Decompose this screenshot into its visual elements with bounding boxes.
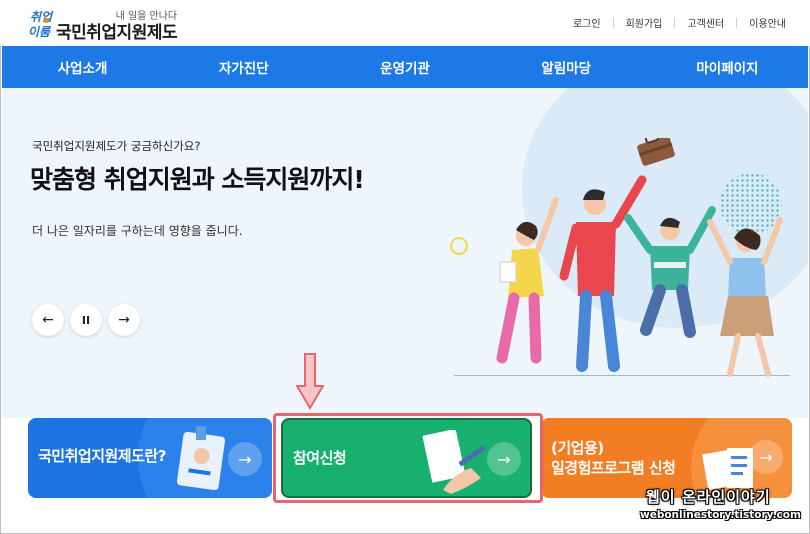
hero-banner: 국민취업지원제도가 궁금하신가요? 맞춤형 취업지원과 소득지원까지! 더 나은… [2, 88, 808, 418]
briefcase-icon [637, 138, 675, 166]
nav-item-institutions[interactable]: 운영기관 [324, 46, 485, 88]
pause-icon: II [81, 313, 91, 327]
person-man-green [624, 206, 716, 338]
apply-highlight-box [273, 413, 543, 503]
hero-title: 맞춤형 취업지원과 소득지원까지! [30, 165, 365, 194]
site-header: 취업 이룸 내 일을 만나다 국민취업지원제도 로그인 회원가입 고객센터 이용… [0, 0, 810, 46]
utility-nav: 로그인 회원가입 고객센터 이용안내 [561, 15, 786, 30]
about-program-label: 국민취업지원제도란? [38, 447, 166, 465]
arrow-right-icon: → [118, 312, 130, 328]
person-woman-blue [707, 217, 783, 377]
nav-item-notice[interactable]: 알림마당 [486, 46, 647, 88]
arrow-right-icon: → [759, 447, 773, 467]
hero-description: 더 나은 일자리를 구하는데 영향을 줍니다. [32, 224, 243, 238]
company-program-label-line2: 일경험프로그램 신청 [551, 459, 676, 478]
hero-ring-decoration [450, 237, 468, 255]
logo-text: 내 일을 만나다 국민취업지원제도 [56, 11, 178, 43]
slider-controls: ← II → [32, 304, 140, 336]
person-man-red [559, 175, 647, 372]
company-program-label-line1: (기업용) [551, 439, 604, 457]
logo-name: 국민취업지원제도 [56, 23, 178, 43]
logo-mark: 취업 이룸 [28, 8, 54, 42]
logo-tagline: 내 일을 만나다 [115, 11, 178, 22]
site-logo[interactable]: 취업 이룸 내 일을 만나다 국민취업지원제도 [28, 6, 178, 43]
about-program-card[interactable]: 국민취업지원제도란? → [28, 418, 272, 498]
logo-mark-line2: 이룸 [28, 25, 51, 39]
down-arrow-annotation-icon [296, 353, 324, 410]
id-badge-icon [176, 426, 226, 490]
hero-subtitle: 국민취업지원제도가 궁금하신가요? [32, 139, 201, 153]
guide-link[interactable]: 이용안내 [737, 15, 786, 30]
arrow-left-icon: ← [42, 312, 54, 328]
slider-next-button[interactable]: → [108, 304, 140, 336]
about-program-arrow-button[interactable]: → [228, 442, 262, 476]
customer-center-link[interactable]: 고객센터 [675, 15, 736, 30]
main-nav: 사업소개 자가진단 운영기관 알림마당 마이페이지 [2, 46, 808, 88]
slider-pause-button[interactable]: II [70, 304, 102, 336]
slider-prev-button[interactable]: ← [32, 304, 64, 336]
arrow-right-icon: → [238, 449, 252, 469]
person-woman-yellow [496, 197, 559, 364]
watermark-title: 웹이 온라인이야기 [646, 488, 771, 506]
cheering-people-illustration [496, 138, 783, 377]
company-program-arrow-button[interactable]: → [749, 440, 783, 474]
nav-item-mypage[interactable]: 마이페이지 [647, 46, 808, 88]
signup-link[interactable]: 회원가입 [614, 15, 675, 30]
company-program-label: (기업용) 일경험프로그램 신청 [551, 438, 676, 479]
login-link[interactable]: 로그인 [561, 15, 613, 30]
nav-item-about[interactable]: 사업소개 [2, 46, 163, 88]
watermark-url: webonlinestory.tistory.com [640, 509, 801, 521]
nav-item-self-diagnosis[interactable]: 자가진단 [163, 46, 324, 88]
